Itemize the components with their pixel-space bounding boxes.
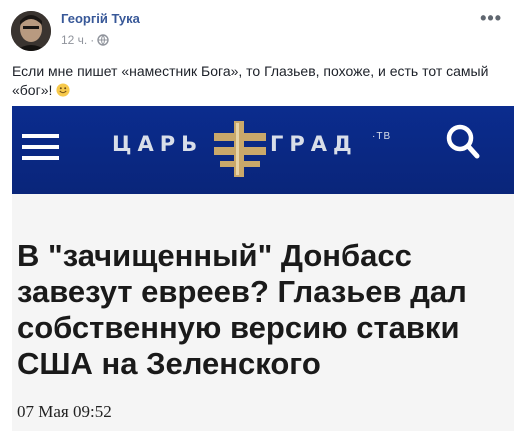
avatar[interactable] [11,11,51,51]
search-icon [446,124,480,159]
hamburger-menu-icon [22,134,59,160]
post-header: Георгій Тука 12 ч. · ••• [0,0,514,56]
post-meta: 12 ч. · [61,33,109,47]
site-logo: ЦАРЬ ГРАД ·ТВ [112,106,422,194]
meta-separator: · [90,33,95,47]
logo-right-text: ГРАД [270,132,358,156]
post-text: Если мне пишет «наместник Бога», то Глаз… [12,62,504,100]
globe-icon[interactable] [97,34,109,46]
shared-image[interactable]: ЦАРЬ ГРАД ·ТВ В "зачищенный" Донбасс зав… [12,106,514,431]
logo-left-text: ЦАРЬ [112,132,204,156]
more-horizontal-icon[interactable]: ••• [480,8,502,29]
avatar-photo [11,11,51,51]
author-name[interactable]: Георгій Тука [61,11,140,26]
logo-suffix: ·ТВ [372,131,392,142]
article-headline: В "зачищенный" Донбасс завезут евреев? Г… [17,238,467,381]
cross-emblem-icon [214,121,266,177]
site-header-bar: ЦАРЬ ГРАД ·ТВ [12,106,514,194]
smiley-emoji [56,83,70,97]
article-date: 07 Мая 09:52 [17,402,112,421]
post-text-content: Если мне пишет «наместник Бога», то Глаз… [12,63,489,98]
post-time[interactable]: 12 ч. [61,33,87,47]
